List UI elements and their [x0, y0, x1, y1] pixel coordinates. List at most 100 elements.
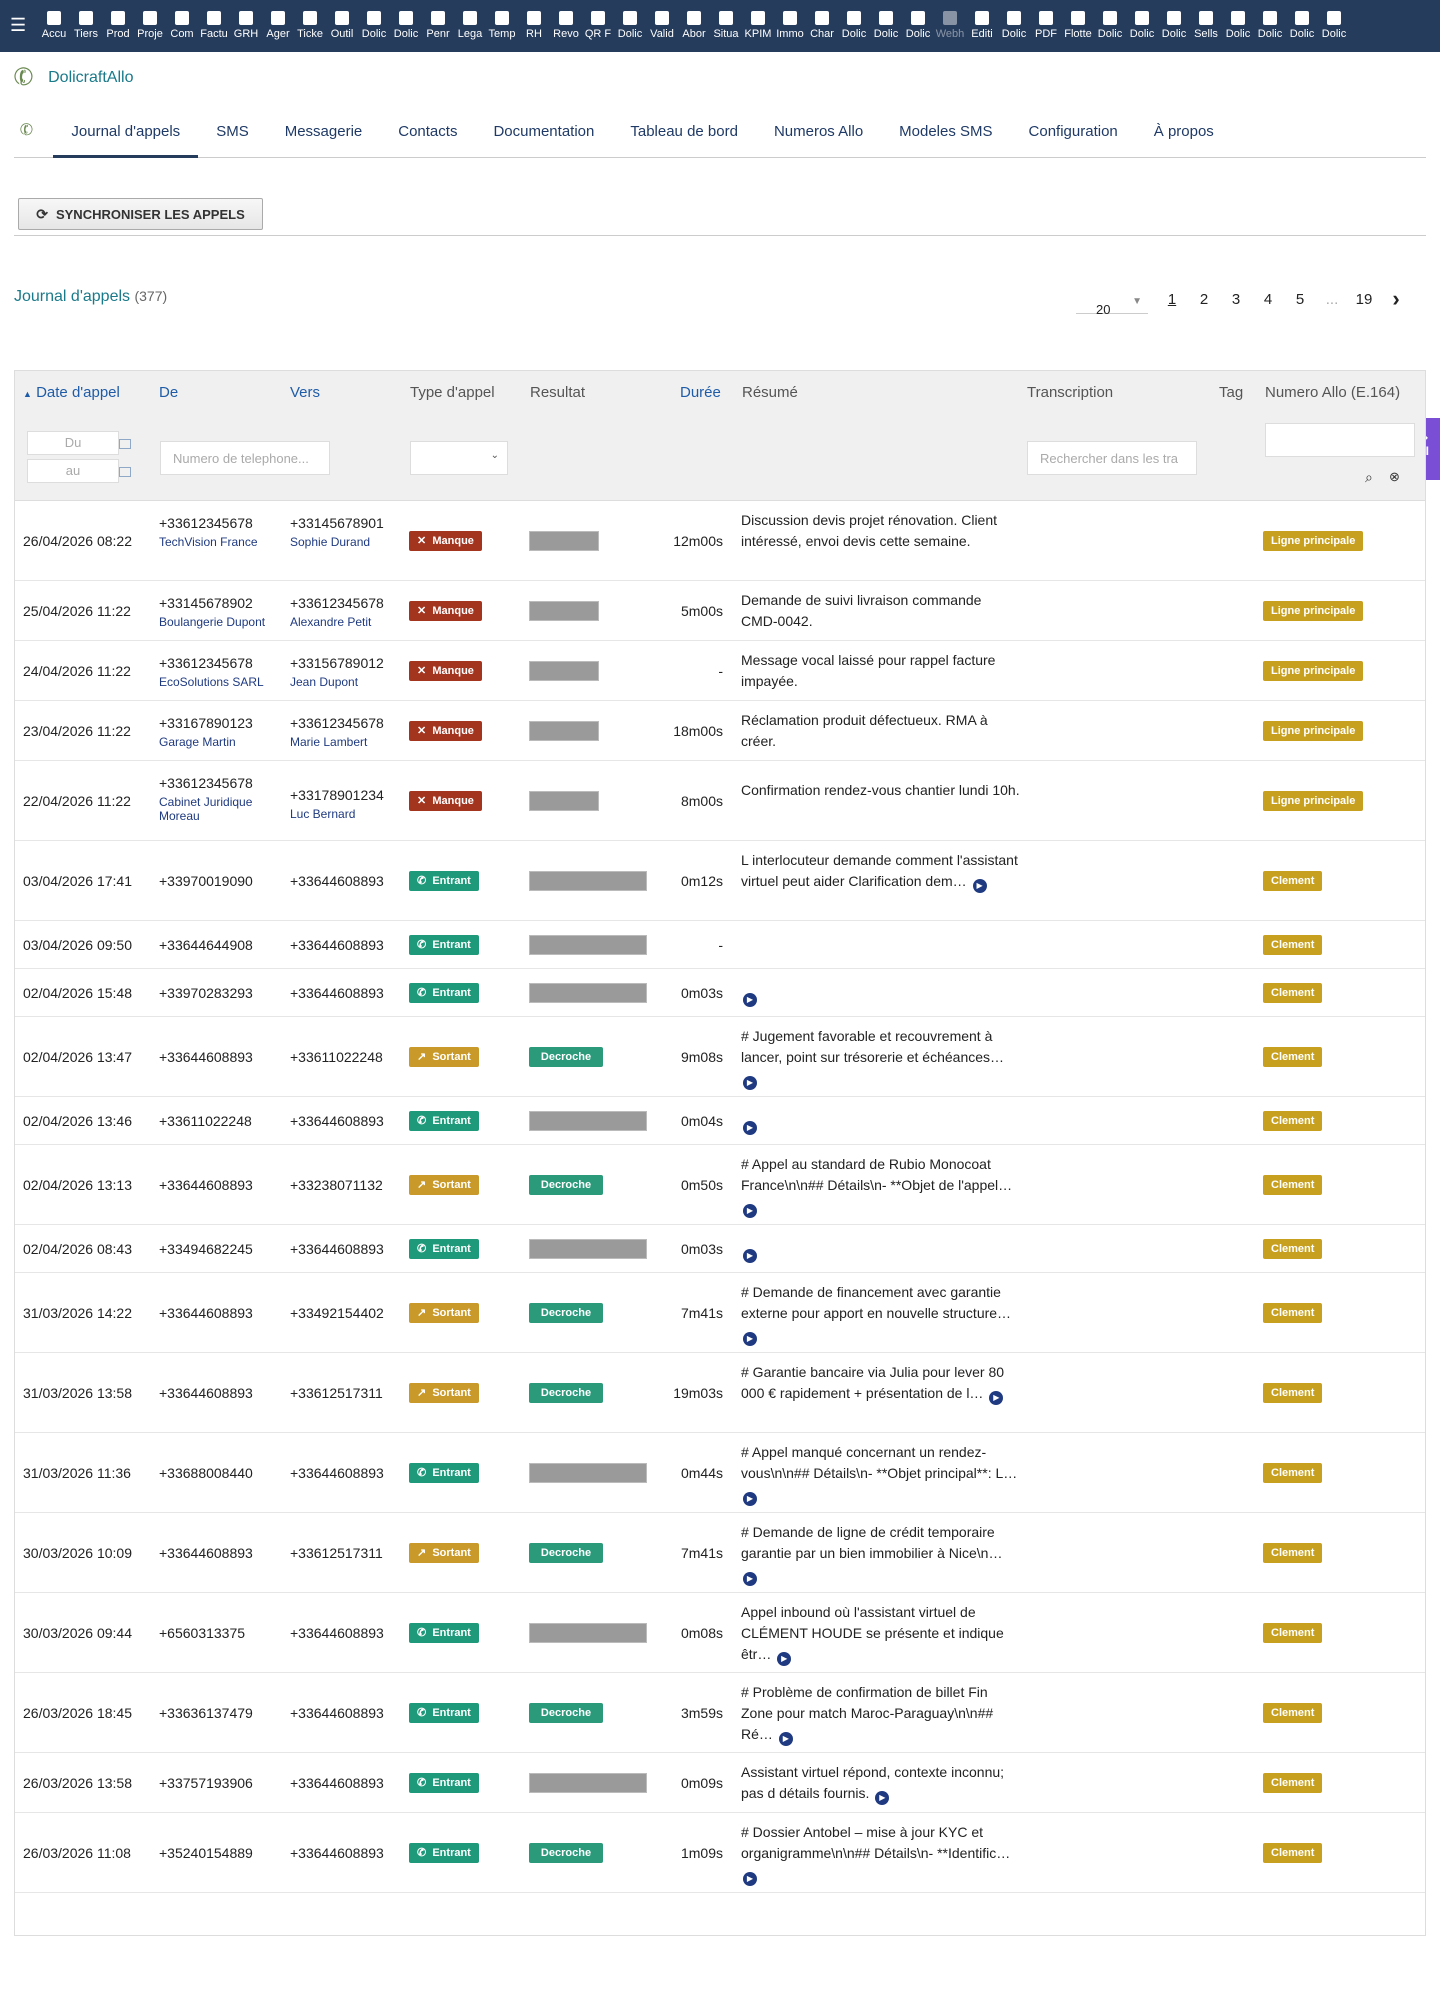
play-icon[interactable]: ▶	[743, 993, 757, 1007]
hamburger-menu-icon[interactable]: ☰	[10, 16, 26, 34]
app-name[interactable]: DolicraftAllo	[48, 69, 133, 87]
table-row[interactable]: 02/04/2026 15:48 +33970283293 +33644608893…	[15, 969, 1425, 1017]
table-row[interactable]: 26/03/2026 13:58 +33757193906 +33644608893…	[15, 1753, 1425, 1813]
table-row[interactable]: 02/04/2026 13:47 +33644608893 +33611022248…	[15, 1017, 1425, 1097]
page-link[interactable]: 3	[1220, 291, 1252, 314]
table-row[interactable]: 02/04/2026 13:13 +33644608893 +33238071132…	[15, 1145, 1425, 1225]
top-menu-item[interactable]: KPIM	[742, 8, 774, 46]
top-menu-item[interactable]: Dolic	[614, 8, 646, 46]
table-row[interactable]: 23/04/2026 11:22 +33167890123 Garage Marti…	[15, 701, 1425, 761]
clear-filter-icon[interactable]: ⊗	[1389, 469, 1400, 485]
to-contact-link[interactable]: Marie Lambert	[290, 735, 400, 749]
tab-8[interactable]: Configuration	[1011, 112, 1136, 157]
tab-1[interactable]: SMS	[198, 112, 267, 157]
table-row[interactable]: 31/03/2026 11:36 +33688008440 +33644608893…	[15, 1433, 1425, 1513]
top-menu-item[interactable]: Dolic	[838, 8, 870, 46]
table-row[interactable]: 26/04/2026 08:22 +33612345678 TechVision F…	[15, 501, 1425, 581]
table-row[interactable]: 25/04/2026 11:22 +33145678902 Boulangerie …	[15, 581, 1425, 641]
table-row[interactable]: 30/03/2026 09:44 +6560313375 +33644608893 ✆…	[15, 1593, 1425, 1673]
tab-4[interactable]: Documentation	[475, 112, 612, 157]
top-menu-item[interactable]: Ager	[262, 8, 294, 46]
col-duration-header[interactable]: Durée	[680, 384, 721, 401]
allo-filter-select[interactable]	[1265, 423, 1415, 457]
top-menu-item[interactable]: Ticke	[294, 8, 326, 46]
play-icon[interactable]: ▶	[777, 1651, 792, 1666]
top-menu-item[interactable]: PDF	[1030, 8, 1062, 46]
top-menu-item[interactable]: Abor	[678, 8, 710, 46]
from-contact-link[interactable]: TechVision France	[159, 535, 269, 549]
next-page-icon[interactable]: ›	[1380, 286, 1412, 314]
tab-5[interactable]: Tableau de bord	[612, 112, 756, 157]
top-menu-item[interactable]: Proje	[134, 8, 166, 46]
table-row[interactable]: 03/04/2026 09:50 +33644644908 +33644608893…	[15, 921, 1425, 969]
play-icon[interactable]: ▶	[972, 878, 987, 893]
play-icon[interactable]: ▶	[989, 1390, 1004, 1405]
top-menu-item[interactable]: Tiers	[70, 8, 102, 46]
top-menu-item[interactable]: Dolic	[390, 8, 422, 46]
col-to-header[interactable]: Vers	[290, 384, 320, 401]
top-menu-item[interactable]: Editi	[966, 8, 998, 46]
page-link[interactable]: 1	[1156, 291, 1188, 314]
top-menu-item[interactable]: Dolic	[1158, 8, 1190, 46]
top-menu-item[interactable]: Outil	[326, 8, 358, 46]
table-row[interactable]: 03/04/2026 17:41 +33970019090 +33644608893…	[15, 841, 1425, 921]
top-menu-item[interactable]: Sells	[1190, 8, 1222, 46]
page-link[interactable]: 5	[1284, 291, 1316, 314]
top-menu-item[interactable]: Dolic	[998, 8, 1030, 46]
to-contact-link[interactable]: Jean Dupont	[290, 675, 400, 689]
from-contact-link[interactable]: Garage Martin	[159, 735, 269, 749]
play-icon[interactable]: ▶	[743, 1331, 757, 1346]
play-icon[interactable]: ▶	[743, 1571, 757, 1586]
type-filter-select[interactable]: ⌄	[410, 441, 508, 475]
search-icon[interactable]: ⌕	[1365, 469, 1373, 486]
top-menu-item[interactable]: Prod	[102, 8, 134, 46]
phone-filter-input[interactable]: Numero de telephone...	[160, 441, 330, 475]
calendar-icon[interactable]	[119, 439, 131, 449]
table-row[interactable]: 24/04/2026 11:22 +33612345678 EcoSolutions…	[15, 641, 1425, 701]
top-menu-item[interactable]: Dolic	[1222, 8, 1254, 46]
table-row[interactable]: 02/04/2026 13:46 +33611022248 +33644608893…	[15, 1097, 1425, 1145]
play-icon[interactable]: ▶	[743, 1491, 757, 1506]
tab-6[interactable]: Numeros Allo	[756, 112, 881, 157]
play-icon[interactable]: ▶	[743, 1075, 757, 1090]
top-menu-item[interactable]: QR F	[582, 8, 614, 46]
table-row[interactable]: 26/03/2026 11:08 +35240154889 +33644608893…	[15, 1813, 1425, 1893]
top-menu-item[interactable]: Penr	[422, 8, 454, 46]
top-menu-item[interactable]: Flotte	[1062, 8, 1094, 46]
from-contact-link[interactable]: Boulangerie Dupont	[159, 615, 269, 629]
tab-3[interactable]: Contacts	[380, 112, 475, 157]
table-row[interactable]: 22/04/2026 11:22 +33612345678 Cabinet Juri…	[15, 761, 1425, 841]
top-menu-item[interactable]: Dolic	[1254, 8, 1286, 46]
play-icon[interactable]: ▶	[743, 1121, 757, 1135]
page-link[interactable]: 19	[1348, 291, 1380, 314]
sort-date-header[interactable]: ▲ Date d'appel	[23, 384, 120, 401]
table-row[interactable]: 31/03/2026 14:22 +33644608893 +33492154402…	[15, 1273, 1425, 1353]
play-icon[interactable]: ▶	[778, 1731, 793, 1746]
top-menu-item[interactable]: RH	[518, 8, 550, 46]
calendar-icon[interactable]	[119, 467, 131, 477]
top-menu-item[interactable]: Factu	[198, 8, 230, 46]
top-menu-item[interactable]: Webh	[934, 8, 966, 46]
sync-calls-button[interactable]: ⟳ SYNCHRONISER LES APPELS	[18, 198, 263, 230]
page-link[interactable]: 2	[1188, 291, 1220, 314]
table-row[interactable]: 31/03/2026 13:58 +33644608893 +33612517311…	[15, 1353, 1425, 1433]
table-row[interactable]: 02/04/2026 08:43 +33494682245 +33644608893…	[15, 1225, 1425, 1273]
play-icon[interactable]: ▶	[743, 1249, 757, 1263]
date-from-input[interactable]: Du	[27, 431, 119, 455]
top-menu-item[interactable]: Dolic	[870, 8, 902, 46]
to-contact-link[interactable]: Luc Bernard	[290, 807, 400, 821]
top-menu-item[interactable]: Valid	[646, 8, 678, 46]
tab-9[interactable]: À propos	[1136, 112, 1232, 157]
to-contact-link[interactable]: Sophie Durand	[290, 535, 400, 549]
transcription-filter-input[interactable]: Rechercher dans les tra	[1027, 441, 1197, 475]
top-menu-item[interactable]: Immo	[774, 8, 806, 46]
top-menu-item[interactable]: Dolic	[902, 8, 934, 46]
tab-7[interactable]: Modeles SMS	[881, 112, 1010, 157]
top-menu-item[interactable]: Dolic	[1318, 8, 1350, 46]
top-menu-item[interactable]: Dolic	[1126, 8, 1158, 46]
table-row[interactable]: 26/03/2026 18:45 +33636137479 +33644608893…	[15, 1673, 1425, 1753]
top-menu-item[interactable]: Char	[806, 8, 838, 46]
top-menu-item[interactable]: Temp	[486, 8, 518, 46]
from-contact-link[interactable]: EcoSolutions SARL	[159, 675, 269, 689]
top-menu-item[interactable]: Lega	[454, 8, 486, 46]
